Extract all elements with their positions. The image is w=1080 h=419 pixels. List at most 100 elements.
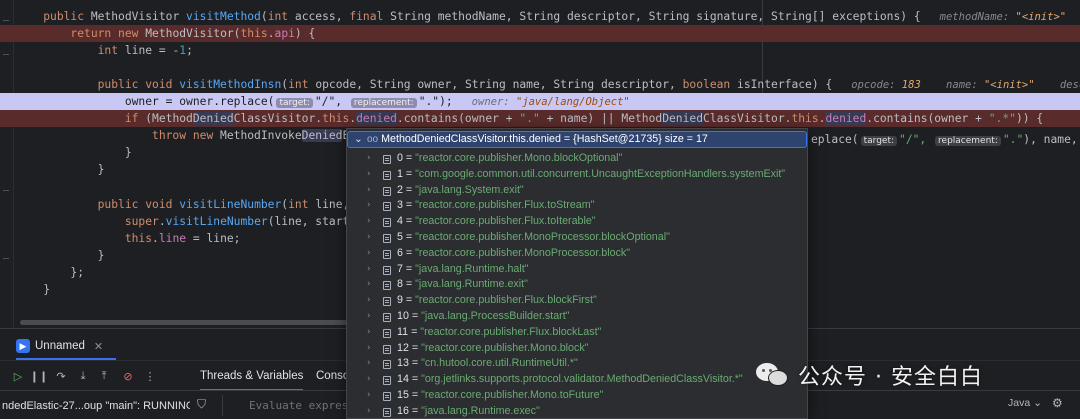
chevron-right-icon[interactable]: › [367, 341, 371, 357]
list-item[interactable]: › 6 = "reactor.core.publisher.MonoProcess… [347, 246, 807, 262]
list-item[interactable]: › 8 = "java.lang.Runtime.exit" [347, 277, 807, 293]
field-icon [383, 170, 391, 180]
chevron-down-icon[interactable]: ⌄ [354, 132, 364, 147]
chevron-right-icon[interactable]: › [367, 356, 371, 372]
chevron-right-icon[interactable]: › [367, 230, 371, 246]
resume-icon[interactable]: ▷ [11, 369, 25, 383]
pause-icon[interactable]: ❙❙ [30, 369, 48, 383]
step-over-icon[interactable]: ↷ [54, 369, 68, 383]
chevron-right-icon[interactable]: › [367, 214, 371, 230]
step-into-icon[interactable]: ⤓ [76, 369, 90, 383]
code-token: (Method [145, 112, 193, 126]
more-icon[interactable]: ⋮ [143, 369, 157, 383]
item-value: "reactor.core.publisher.Mono.block" [421, 341, 589, 354]
code-line-breakpoint[interactable]: return new MethodVisitor(this.api) { [0, 25, 1080, 43]
chevron-right-icon[interactable]: › [367, 277, 371, 293]
field-icon [383, 328, 391, 338]
filter-icon[interactable]: ⛉ [197, 397, 206, 412]
list-item[interactable]: › 1 = "com.google.common.util.concurrent.… [347, 167, 807, 183]
code-line[interactable]: int line = -1; [0, 42, 1080, 59]
code-token: owner, [417, 78, 465, 92]
item-value: "java.lang.Runtime.exit" [415, 278, 528, 291]
code-token: visitLineNumber [165, 214, 268, 228]
list-item[interactable]: › 10 = "java.lang.ProcessBuilder.start" [347, 309, 807, 325]
list-item[interactable]: › 7 = "java.lang.Runtime.halt" [347, 262, 807, 278]
code-token: name, [512, 78, 554, 92]
code-token: line [158, 231, 187, 245]
code-token: this [322, 112, 350, 126]
list-item[interactable]: › 0 = "reactor.core.publisher.Mono.blockO… [347, 151, 807, 167]
field-icon [383, 265, 391, 275]
thread-selector[interactable]: ndedElastic-27...oup "main": RUNNING [0, 397, 190, 415]
item-value: "java.lang.Runtime.exec" [421, 404, 540, 417]
evaluate-expression-input[interactable]: Evaluate express [222, 395, 347, 416]
item-separator: = [402, 231, 416, 243]
field-icon [383, 249, 391, 259]
chevron-right-icon[interactable]: › [367, 151, 371, 167]
list-item[interactable]: › 12 = "reactor.core.publisher.Mono.block… [347, 341, 807, 357]
code-token: ), name, t [1023, 133, 1078, 146]
chevron-right-icon[interactable]: › [367, 246, 371, 262]
code-line-current-execution[interactable]: owner = owner.replace(target: "/", replac… [0, 93, 1080, 111]
code-line-breakpoint[interactable]: if (MethodDeniedClassVisitor.this.denied… [0, 110, 1080, 128]
code-line[interactable]: public void visitMethodInsn(int opcode, … [0, 76, 1080, 93]
list-item[interactable]: › 2 = "java.lang.System.exit" [347, 183, 807, 199]
run-config-tab[interactable]: ▶ Unnamed ✕ [16, 338, 103, 354]
list-item[interactable]: › 9 = "reactor.core.publisher.Flux.blockF… [347, 293, 807, 309]
chevron-right-icon[interactable]: › [367, 325, 371, 341]
step-out-icon[interactable]: ⤒ [97, 369, 111, 383]
code-token: this [791, 112, 819, 126]
wechat-logo-icon [756, 361, 790, 389]
code-token: int [97, 44, 125, 58]
chevron-right-icon[interactable]: › [367, 167, 371, 183]
chevron-right-icon[interactable]: › [367, 198, 371, 214]
code-line[interactable]: public MethodVisitor visitMethod(int acc… [0, 8, 1080, 25]
popup-variable-header[interactable]: ⌄ oo MethodDeniedClassVisitor.this.denied … [347, 131, 807, 148]
code-token: return new [70, 27, 146, 41]
chevron-right-icon[interactable]: › [367, 372, 371, 388]
item-text: 16 = "java.lang.Runtime.exec" [397, 404, 540, 418]
list-item[interactable]: › 3 = "reactor.core.publisher.Flux.toStre… [347, 198, 807, 214]
inline-value-text: "<init>" [983, 79, 1035, 92]
close-icon[interactable]: ✕ [94, 340, 103, 353]
chevron-right-icon[interactable]: › [367, 404, 371, 418]
list-item[interactable]: › 16 = "java.lang.Runtime.exec" [347, 404, 807, 418]
list-item[interactable]: › 11 = "reactor.core.publisher.Flux.block… [347, 325, 807, 341]
search-match: denied [825, 112, 867, 126]
inline-value-text: "<init>" [1015, 11, 1067, 23]
item-text: 14 = "org.jetlinks.supports.protocol.val… [397, 372, 743, 388]
list-item[interactable]: › 5 = "reactor.core.publisher.MonoProcess… [347, 230, 807, 246]
object-icon: oo [367, 134, 379, 145]
item-separator: = [402, 262, 416, 275]
chevron-right-icon[interactable]: › [367, 388, 371, 404]
list-item[interactable]: › 4 = "reactor.core.publisher.Flux.toIter… [347, 214, 807, 230]
tab-threads-variables[interactable]: Threads & Variables [200, 370, 304, 391]
field-icon [383, 313, 391, 322]
field-icon [383, 202, 391, 212]
chevron-right-icon[interactable]: › [367, 309, 371, 325]
chevron-right-icon[interactable]: › [367, 183, 371, 199]
list-item[interactable]: › 14 = "org.jetlinks.supports.protocol.va… [347, 372, 807, 388]
item-separator: = [408, 357, 422, 370]
list-item[interactable]: › 13 = "cn.hutool.core.util.RuntimeUtil.*… [347, 356, 807, 372]
chevron-right-icon[interactable]: › [367, 293, 371, 309]
variable-inspection-popup[interactable]: ⌄ oo MethodDeniedClassVisitor.this.denied … [346, 128, 808, 419]
mute-breakpoints-icon[interactable]: ⊘ [121, 369, 135, 383]
code-token: [] exceptions) { [811, 10, 921, 23]
code-token: String [553, 78, 601, 92]
code-line[interactable] [0, 59, 1080, 76]
gear-icon[interactable]: ⚙ [1052, 396, 1063, 410]
tab-console[interactable]: Conso [316, 370, 349, 382]
chevron-right-icon[interactable]: › [367, 262, 371, 278]
field-icon [383, 218, 391, 228]
item-value: "org.jetlinks.supports.protocol.validato… [421, 373, 743, 386]
list-item[interactable]: › 15 = "reactor.core.publisher.Mono.toFut… [347, 388, 807, 404]
code-token: api [274, 27, 295, 41]
code-token: + name) || Method [546, 112, 663, 126]
field-icon [383, 376, 391, 386]
code-token: methodName, [437, 10, 520, 23]
language-selector[interactable]: Java ⌄ [1008, 397, 1042, 409]
